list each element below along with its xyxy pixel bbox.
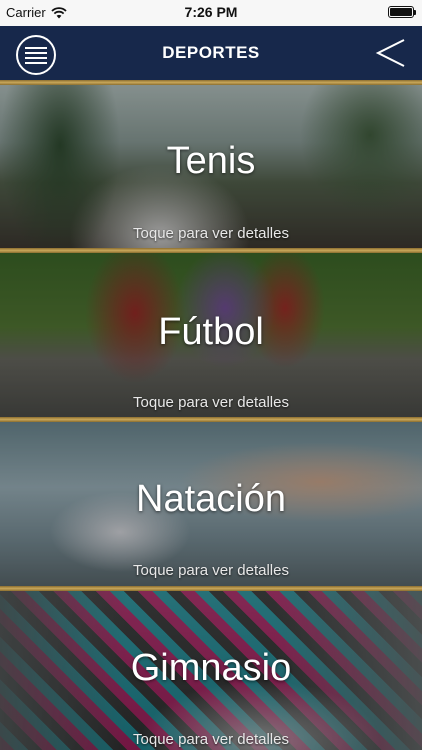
- details-hint: Toque para ver detalles: [133, 394, 289, 411]
- sport-title: Natación: [136, 478, 286, 520]
- navigation-bar: DEPORTES: [0, 26, 422, 80]
- sport-card-futbol[interactable]: Fútbol Toque para ver detalles: [0, 253, 422, 417]
- sport-card-gimnasio[interactable]: Gimnasio Toque para ver detalles: [0, 591, 422, 750]
- status-bar: Carrier 7:26 PM: [0, 0, 422, 26]
- sport-card-tenis[interactable]: Tenis Toque para ver detalles: [0, 85, 422, 248]
- sport-card-natacion[interactable]: Natación Toque para ver detalles: [0, 422, 422, 586]
- details-hint: Toque para ver detalles: [133, 731, 289, 748]
- sport-title: Tenis: [166, 140, 256, 182]
- details-hint: Toque para ver detalles: [133, 225, 289, 242]
- sport-title: Gimnasio: [130, 647, 292, 689]
- status-time: 7:26 PM: [184, 4, 238, 20]
- page-title: DEPORTES: [162, 43, 260, 62]
- details-hint: Toque para ver detalles: [133, 562, 289, 579]
- back-button[interactable]: [374, 36, 408, 70]
- battery-icon: [388, 6, 416, 18]
- sport-title: Fútbol: [158, 311, 264, 353]
- chevron-left-icon: [375, 39, 405, 67]
